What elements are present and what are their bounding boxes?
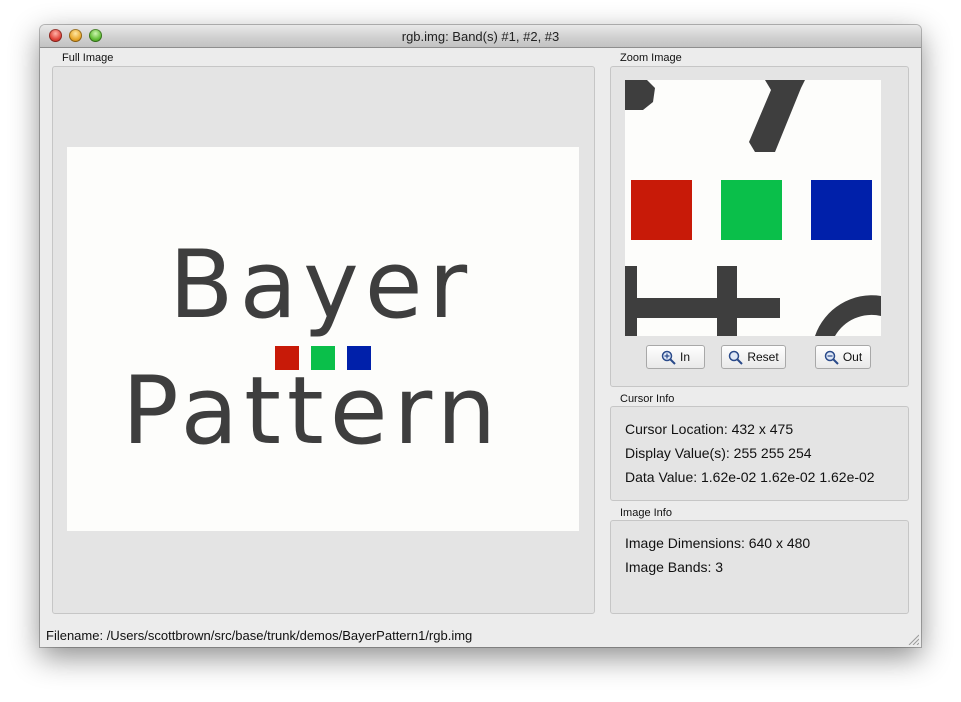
display-values: Display Value(s): 255 255 254: [625, 445, 812, 461]
zoom-in-button[interactable]: In: [646, 345, 705, 369]
full-image-label: Full Image: [62, 52, 114, 64]
pattern-text: Pattern: [122, 357, 503, 466]
data-value: Data Value: 1.62e-02 1.62e-02 1.62e-02: [625, 469, 875, 485]
image-bands: Image Bands: 3: [625, 559, 724, 575]
letter-fragment-t: [717, 266, 737, 336]
zoom-reset-label: Reset: [747, 350, 779, 364]
zoom-in-icon: [661, 350, 676, 365]
zoom-image-canvas[interactable]: [625, 80, 881, 336]
bayer-text: Bayer: [169, 231, 474, 340]
magnifier-icon: [729, 350, 744, 365]
window-title: rgb.img: Band(s) #1, #2, #3: [401, 29, 560, 44]
image-info-label: Image Info: [620, 507, 672, 519]
full-image-canvas[interactable]: Bayer Pattern: [67, 147, 579, 531]
app-window: rgb.img: Band(s) #1, #2, #3 Full Image B…: [40, 25, 921, 647]
letter-fragment-bar: [625, 298, 780, 318]
cursor-location: Cursor Location: 432 x 475: [625, 421, 794, 437]
zoom-green-square: [721, 180, 782, 240]
letter-fragment-a: [625, 80, 655, 110]
title-bar[interactable]: rgb.img: Band(s) #1, #2, #3: [40, 25, 921, 48]
zoom-reset-button[interactable]: Reset: [721, 345, 786, 369]
zoom-out-label: Out: [842, 350, 863, 364]
zoom-out-icon: [824, 350, 839, 365]
cursor-info-label: Cursor Info: [620, 393, 675, 405]
letter-fragment-arc: [815, 295, 881, 336]
zoom-image-label: Zoom Image: [620, 52, 682, 64]
letter-fragment-y: [749, 80, 805, 152]
zoom-blue-square: [811, 180, 872, 240]
filename-status: Filename: /Users/scottbrown/src/base/tru…: [46, 628, 473, 643]
zoom-in-label: In: [679, 350, 690, 364]
resize-grip-icon[interactable]: [907, 633, 919, 645]
zoomed-pixels: [625, 80, 881, 336]
zoom-out-button[interactable]: Out: [815, 345, 871, 369]
image-dimensions: Image Dimensions: 640 x 480: [625, 535, 811, 551]
zoom-red-square: [631, 180, 692, 240]
